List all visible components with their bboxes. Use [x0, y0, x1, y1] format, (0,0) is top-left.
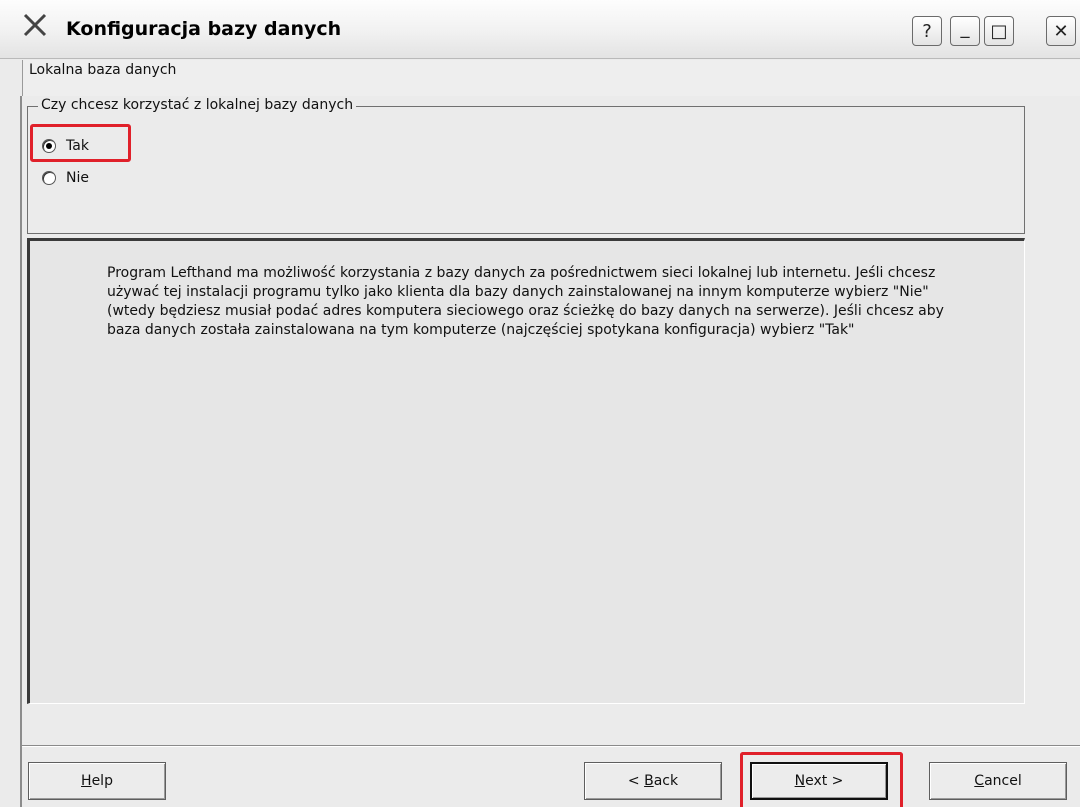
radio-label-nie: Nie: [66, 170, 89, 186]
minimize-icon: _: [960, 17, 970, 39]
button-separator: [22, 745, 1080, 747]
back-button[interactable]: < Back: [584, 762, 722, 800]
radio-option-nie[interactable]: Nie: [42, 170, 89, 186]
help-button-label: Help: [81, 773, 113, 789]
highlight-box-next: [740, 752, 903, 807]
info-text: Program Lefthand ma możliwość korzystani…: [107, 265, 944, 338]
radio-button-nie[interactable]: [42, 171, 56, 185]
maximize-button[interactable]: □: [984, 16, 1014, 46]
back-button-label: < Back: [627, 773, 679, 789]
close-icon: ✕: [1053, 20, 1069, 42]
x-logo-icon: [23, 13, 47, 37]
cancel-button-label: Cancel: [974, 773, 1022, 789]
help-window-button[interactable]: ?: [912, 16, 942, 46]
maximize-icon: □: [990, 20, 1008, 42]
minimize-button[interactable]: _: [950, 16, 980, 46]
help-button[interactable]: Help: [28, 762, 166, 800]
window-left-border: [20, 96, 22, 807]
window-title: Konfiguracja bazy danych: [66, 18, 342, 40]
highlight-box-tak: [30, 124, 131, 162]
dialog-window: Konfiguracja bazy danych ? _ □ ✕ Lokalna…: [0, 0, 1080, 807]
info-panel: Program Lefthand ma możliwość korzystani…: [27, 238, 1025, 704]
group-legend: Czy chcesz korzystać z lokalnej bazy dan…: [38, 97, 357, 113]
close-button[interactable]: ✕: [1046, 16, 1076, 46]
title-bar[interactable]: Konfiguracja bazy danych ? _ □ ✕: [0, 0, 1080, 59]
question-icon: ?: [922, 20, 932, 42]
database-choice-group: Czy chcesz korzystać z lokalnej bazy dan…: [27, 97, 1025, 234]
cancel-button[interactable]: Cancel: [929, 762, 1067, 800]
page-title: Lokalna baza danych: [29, 62, 177, 78]
page-header: Lokalna baza danych: [22, 60, 1080, 96]
